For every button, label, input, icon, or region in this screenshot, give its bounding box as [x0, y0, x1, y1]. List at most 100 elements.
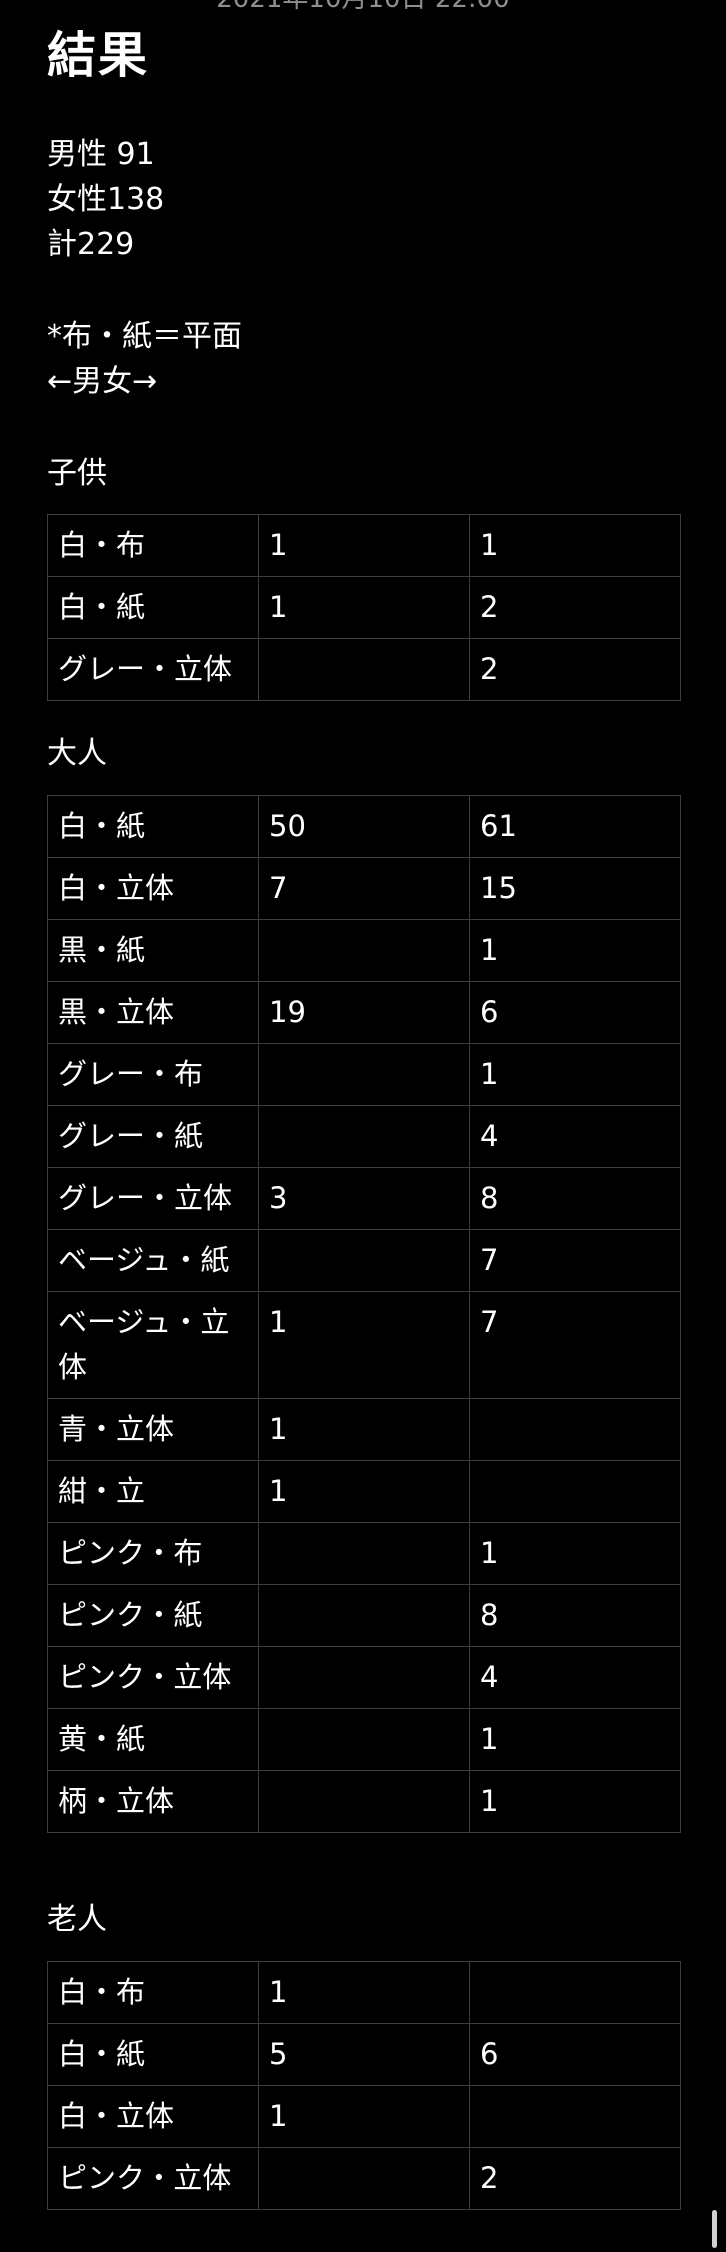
- table-row: 白・立体 7 15: [47, 857, 681, 920]
- cell-female-count[interactable]: 1: [469, 1522, 681, 1585]
- cell-male-count[interactable]: 1: [258, 1291, 470, 1399]
- table-row: 白・紙 50 61: [47, 795, 681, 858]
- table-row: ピンク・布 1: [47, 1522, 681, 1585]
- cell-male-count[interactable]: [258, 919, 470, 982]
- cell-male-count[interactable]: 1: [258, 2085, 470, 2148]
- cell-female-count[interactable]: 1: [469, 514, 681, 577]
- table-row: 白・紙 5 6: [47, 2023, 681, 2086]
- cell-category[interactable]: ベージュ・紙: [47, 1229, 259, 1292]
- table-row: 黒・立体 19 6: [47, 981, 681, 1044]
- summary-block: 男性 91 女性138 計229: [47, 132, 164, 267]
- cell-female-count[interactable]: 1: [469, 919, 681, 982]
- table-child[interactable]: 白・布 1 1 白・紙 1 2 グレー・立体 2: [47, 514, 681, 701]
- cell-female-count[interactable]: [469, 1398, 681, 1461]
- cell-male-count[interactable]: 1: [258, 576, 470, 639]
- cell-female-count[interactable]: 2: [469, 2147, 681, 2210]
- cell-female-count[interactable]: 2: [469, 576, 681, 639]
- cell-female-count[interactable]: [469, 1460, 681, 1523]
- cell-category[interactable]: ピンク・立体: [47, 1646, 259, 1709]
- cell-category[interactable]: 黒・立体: [47, 981, 259, 1044]
- cell-female-count[interactable]: 1: [469, 1770, 681, 1833]
- cell-male-count[interactable]: 7: [258, 857, 470, 920]
- cell-category[interactable]: 白・紙: [47, 2023, 259, 2086]
- cell-category[interactable]: 白・立体: [47, 857, 259, 920]
- summary-total: 計229: [47, 227, 135, 262]
- cell-category[interactable]: グレー・立体: [47, 638, 259, 701]
- section-heading-adult: 大人: [47, 736, 107, 771]
- cell-male-count[interactable]: 3: [258, 1167, 470, 1230]
- cell-male-count[interactable]: 1: [258, 1398, 470, 1461]
- cell-male-count[interactable]: 1: [258, 1961, 470, 2024]
- cell-category[interactable]: 白・紙: [47, 795, 259, 858]
- cell-category[interactable]: 青・立体: [47, 1398, 259, 1461]
- cell-category[interactable]: 白・布: [47, 1961, 259, 2024]
- cell-female-count[interactable]: 7: [469, 1291, 681, 1399]
- table-elderly[interactable]: 白・布 1 白・紙 5 6 白・立体 1 ピンク・立体 2: [47, 1961, 681, 2210]
- cell-category[interactable]: ピンク・紙: [47, 1584, 259, 1647]
- table-row: 白・紙 1 2: [47, 576, 681, 639]
- cell-male-count[interactable]: [258, 1584, 470, 1647]
- cell-category[interactable]: 柄・立体: [47, 1770, 259, 1833]
- cell-category[interactable]: 黒・紙: [47, 919, 259, 982]
- cell-male-count[interactable]: 1: [258, 1460, 470, 1523]
- cell-male-count[interactable]: 1: [258, 514, 470, 577]
- table-row: グレー・布 1: [47, 1043, 681, 1106]
- table-row: ピンク・紙 8: [47, 1584, 681, 1647]
- summary-female: 女性138: [47, 182, 165, 217]
- cell-male-count[interactable]: 50: [258, 795, 470, 858]
- cell-female-count[interactable]: 15: [469, 857, 681, 920]
- page-title: 結果: [47, 27, 150, 84]
- table-row: 柄・立体 1: [47, 1770, 681, 1833]
- cell-male-count[interactable]: [258, 1522, 470, 1585]
- table-row: グレー・立体 3 8: [47, 1167, 681, 1230]
- table-row: 黒・紙 1: [47, 919, 681, 982]
- table-row: グレー・紙 4: [47, 1105, 681, 1168]
- cell-female-count[interactable]: 61: [469, 795, 681, 858]
- cell-female-count[interactable]: [469, 2085, 681, 2148]
- cell-female-count[interactable]: 7: [469, 1229, 681, 1292]
- cell-male-count[interactable]: [258, 1043, 470, 1106]
- cell-male-count[interactable]: 19: [258, 981, 470, 1044]
- table-adult[interactable]: 白・紙 50 61 白・立体 7 15 黒・紙 1 黒・立体 19 6 グレー・布 1 グレー・紙 4 グレー…: [47, 795, 681, 1833]
- cell-category[interactable]: 白・紙: [47, 576, 259, 639]
- table-row: ピンク・立体 2: [47, 2147, 681, 2210]
- cell-male-count[interactable]: [258, 1770, 470, 1833]
- cell-male-count[interactable]: 5: [258, 2023, 470, 2086]
- cell-male-count[interactable]: [258, 1229, 470, 1292]
- cell-female-count[interactable]: 6: [469, 981, 681, 1044]
- table-row: 黄・紙 1: [47, 1708, 681, 1771]
- cell-female-count[interactable]: [469, 1961, 681, 2024]
- cell-category[interactable]: 白・立体: [47, 2085, 259, 2148]
- cell-male-count[interactable]: [258, 1646, 470, 1709]
- cell-category[interactable]: 白・布: [47, 514, 259, 577]
- cell-category[interactable]: グレー・布: [47, 1043, 259, 1106]
- cell-female-count[interactable]: 8: [469, 1584, 681, 1647]
- cell-category[interactable]: ピンク・立体: [47, 2147, 259, 2210]
- cell-category[interactable]: ベージュ・立体: [47, 1291, 259, 1399]
- table-row: 白・立体 1: [47, 2085, 681, 2148]
- table-row: 紺・立 1: [47, 1460, 681, 1523]
- summary-male: 男性 91: [47, 137, 155, 172]
- cell-category[interactable]: 紺・立: [47, 1460, 259, 1523]
- cell-female-count[interactable]: 4: [469, 1105, 681, 1168]
- cell-category[interactable]: グレー・立体: [47, 1167, 259, 1230]
- table-row: グレー・立体 2: [47, 638, 681, 701]
- cell-female-count[interactable]: 4: [469, 1646, 681, 1709]
- cell-category[interactable]: グレー・紙: [47, 1105, 259, 1168]
- cell-female-count[interactable]: 1: [469, 1708, 681, 1771]
- cell-female-count[interactable]: 6: [469, 2023, 681, 2086]
- scroll-indicator[interactable]: [712, 2210, 717, 2248]
- cell-category[interactable]: 黄・紙: [47, 1708, 259, 1771]
- table-row: ピンク・立体 4: [47, 1646, 681, 1709]
- legend-notes: *布・紙＝平面 ←男女→: [47, 314, 242, 404]
- cell-male-count[interactable]: [258, 1708, 470, 1771]
- legend-note-gender-columns: ←男女→: [47, 364, 158, 399]
- table-row: ベージュ・紙 7: [47, 1229, 681, 1292]
- cell-category[interactable]: ピンク・布: [47, 1522, 259, 1585]
- cell-male-count[interactable]: [258, 1105, 470, 1168]
- cell-female-count[interactable]: 8: [469, 1167, 681, 1230]
- cell-female-count[interactable]: 2: [469, 638, 681, 701]
- cell-male-count[interactable]: [258, 2147, 470, 2210]
- cell-female-count[interactable]: 1: [469, 1043, 681, 1106]
- cell-male-count[interactable]: [258, 638, 470, 701]
